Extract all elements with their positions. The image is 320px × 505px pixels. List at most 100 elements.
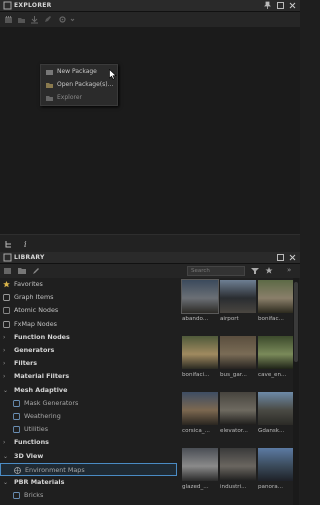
thumbnail-label: airport	[220, 316, 239, 322]
explorer-tree-area[interactable]	[0, 27, 300, 234]
tree-item-favorites[interactable]: Favorites	[0, 278, 177, 291]
chevron-down-icon[interactable]: ⌄	[3, 450, 8, 463]
pencil-icon[interactable]	[32, 267, 40, 275]
thumbnail-label: glazed_...	[182, 484, 209, 490]
mask-icon	[13, 399, 20, 407]
tree-item-label: Functions	[14, 438, 49, 447]
tree-item-label: Mesh Adaptive	[14, 385, 68, 394]
environment-map-thumbnail[interactable]	[258, 392, 294, 425]
tree-item-3d-view[interactable]: ⌄ 3D View	[0, 450, 177, 463]
environment-map-thumbnail[interactable]	[258, 336, 294, 369]
tree-item-label: Mask Generators	[24, 398, 79, 407]
more-chevron-icon[interactable]: »	[287, 266, 291, 274]
thumbnail-label: bonifac...	[258, 316, 284, 322]
library-tree: Favorites Graph Items Atomic Nodes FxMap No…	[0, 278, 177, 505]
tree-item-filters[interactable]: › Filters	[0, 357, 177, 370]
menu-item-open-packages[interactable]: Open Package(s)...	[42, 79, 118, 91]
scrollbar-thumb[interactable]	[294, 282, 298, 362]
tree-item-mesh-adaptive[interactable]: ⌄ Mesh Adaptive	[0, 384, 177, 397]
tree-item-material-filters[interactable]: › Material Filters	[0, 370, 177, 383]
thumbnail-label: corsica_...	[182, 428, 210, 434]
chevron-down-icon[interactable]: ⌄	[3, 476, 8, 489]
environment-map-thumbnail[interactable]	[182, 448, 218, 481]
library-title: LIBRARY	[14, 254, 45, 261]
environment-map-thumbnail[interactable]	[258, 280, 294, 313]
new-package-icon	[46, 70, 53, 75]
tree-item-label: Filters	[14, 359, 38, 368]
weathering-icon	[13, 413, 20, 420]
close-icon[interactable]	[288, 1, 297, 10]
hierarchy-icon[interactable]	[5, 240, 13, 248]
tree-item-functions[interactable]: › Functions	[0, 436, 177, 449]
environment-map-thumbnail[interactable]	[220, 448, 256, 481]
tree-item-atomic-nodes[interactable]: Atomic Nodes	[0, 304, 177, 317]
thumbnail-label: cave_en...	[258, 372, 287, 378]
chevron-down-icon[interactable]: ⌄	[3, 384, 8, 397]
favorite-filter-icon[interactable]	[265, 267, 274, 275]
library-panel-icon	[3, 253, 12, 262]
graph-item-icon	[3, 294, 10, 302]
library-search-input[interactable]: Search	[187, 266, 245, 276]
edit-icon[interactable]	[43, 15, 52, 24]
tree-item-function-nodes[interactable]: › Function Nodes	[0, 331, 177, 344]
tree-item-label: Function Nodes	[14, 332, 70, 341]
maximize-icon[interactable]	[276, 1, 285, 10]
explorer-footer: i	[0, 234, 300, 252]
atomic-node-icon	[3, 307, 10, 315]
environment-map-thumbnail[interactable]	[182, 336, 218, 369]
library-add-icon[interactable]	[4, 267, 12, 275]
mouse-cursor-icon	[109, 69, 117, 80]
new-package-icon[interactable]	[4, 15, 13, 24]
chevron-right-icon[interactable]: ›	[3, 436, 5, 449]
environment-map-thumbnail[interactable]	[181, 279, 219, 314]
environment-map-thumbnail[interactable]	[220, 280, 256, 313]
maximize-icon[interactable]	[276, 253, 285, 262]
tree-item-pbr-materials[interactable]: ⌄ PBR Materials	[0, 476, 177, 489]
tree-item-label: 3D View	[14, 451, 44, 460]
library-header: LIBRARY	[0, 252, 300, 264]
menu-item-new-package[interactable]: New Package	[42, 66, 118, 78]
explorer-title: EXPLORER	[14, 2, 52, 9]
chevron-down-icon[interactable]	[68, 15, 77, 24]
environment-map-thumbnail[interactable]	[258, 448, 294, 481]
tree-item-weathering[interactable]: Weathering	[0, 410, 177, 423]
thumbnail-label: industri...	[220, 484, 247, 490]
tree-item-bricks[interactable]: Bricks	[0, 489, 177, 502]
tree-item-label: Graph Items	[14, 293, 54, 302]
explorer-context-menu: New Package Open Package(s)... Explorer	[40, 64, 118, 106]
tree-item-utilities[interactable]: Utilities	[0, 423, 177, 436]
open-folder-icon[interactable]	[17, 15, 26, 24]
tree-item-label: Weathering	[24, 412, 61, 420]
menu-item-explorer[interactable]: Explorer	[42, 92, 118, 104]
environment-map-thumbnail[interactable]	[220, 392, 256, 425]
library-scrollbar[interactable]	[293, 278, 299, 505]
tree-item-mask-generators[interactable]: Mask Generators	[0, 397, 177, 410]
library-folder-icon[interactable]	[18, 267, 26, 275]
save-icon[interactable]	[30, 15, 39, 24]
pin-icon[interactable]	[263, 1, 272, 10]
tree-item-environment-maps[interactable]: Environment Maps	[0, 462, 177, 476]
folder-icon	[46, 96, 53, 101]
tree-item-label: Material Filters	[14, 372, 70, 381]
settings-icon[interactable]	[58, 15, 67, 24]
close-icon[interactable]	[288, 253, 297, 262]
chevron-right-icon[interactable]: ›	[3, 331, 5, 344]
globe-icon	[14, 466, 21, 474]
brick-icon	[13, 492, 20, 500]
filter-icon[interactable]	[251, 267, 259, 275]
chevron-right-icon[interactable]: ›	[3, 357, 5, 370]
environment-map-thumbnail[interactable]	[182, 392, 218, 425]
tree-item-label: FxMap Nodes	[14, 319, 57, 328]
thumbnail-label: bonifaci...	[182, 372, 210, 378]
tree-item-fxmap-nodes[interactable]: FxMap Nodes	[0, 318, 177, 331]
info-icon[interactable]: i	[22, 239, 30, 248]
tree-item-label: Utilities	[24, 425, 49, 434]
thumbnail-label: bus_gar...	[220, 372, 247, 378]
open-folder-icon	[46, 83, 53, 88]
chevron-right-icon[interactable]: ›	[3, 370, 5, 383]
tree-item-generators[interactable]: › Generators	[0, 344, 177, 357]
thumbnail-label: elevator...	[220, 428, 248, 434]
tree-item-graph-items[interactable]: Graph Items	[0, 291, 177, 304]
chevron-right-icon[interactable]: ›	[3, 344, 5, 357]
environment-map-thumbnail[interactable]	[220, 336, 256, 369]
